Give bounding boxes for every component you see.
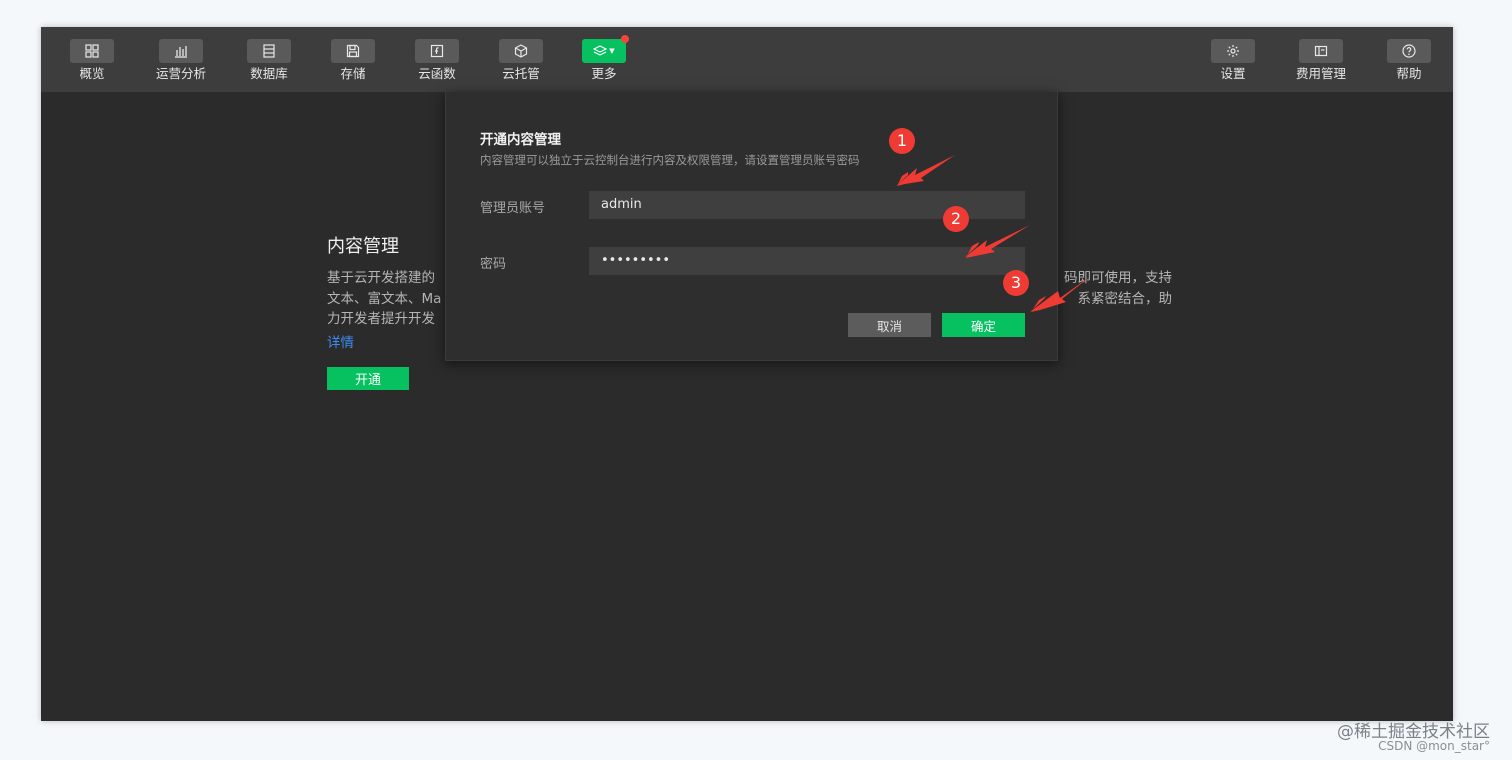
annotation-badge-2: 2 <box>943 206 969 232</box>
arrow-2 <box>964 225 1030 258</box>
watermark-csdn: CSDN @mon_star° <box>1378 739 1490 753</box>
annotation-badge-3: 3 <box>1003 270 1029 296</box>
annotation-badge-1: 1 <box>889 128 915 154</box>
arrow-3 <box>1030 275 1092 312</box>
annotation-arrows <box>895 155 1092 312</box>
arrow-1 <box>895 155 955 187</box>
